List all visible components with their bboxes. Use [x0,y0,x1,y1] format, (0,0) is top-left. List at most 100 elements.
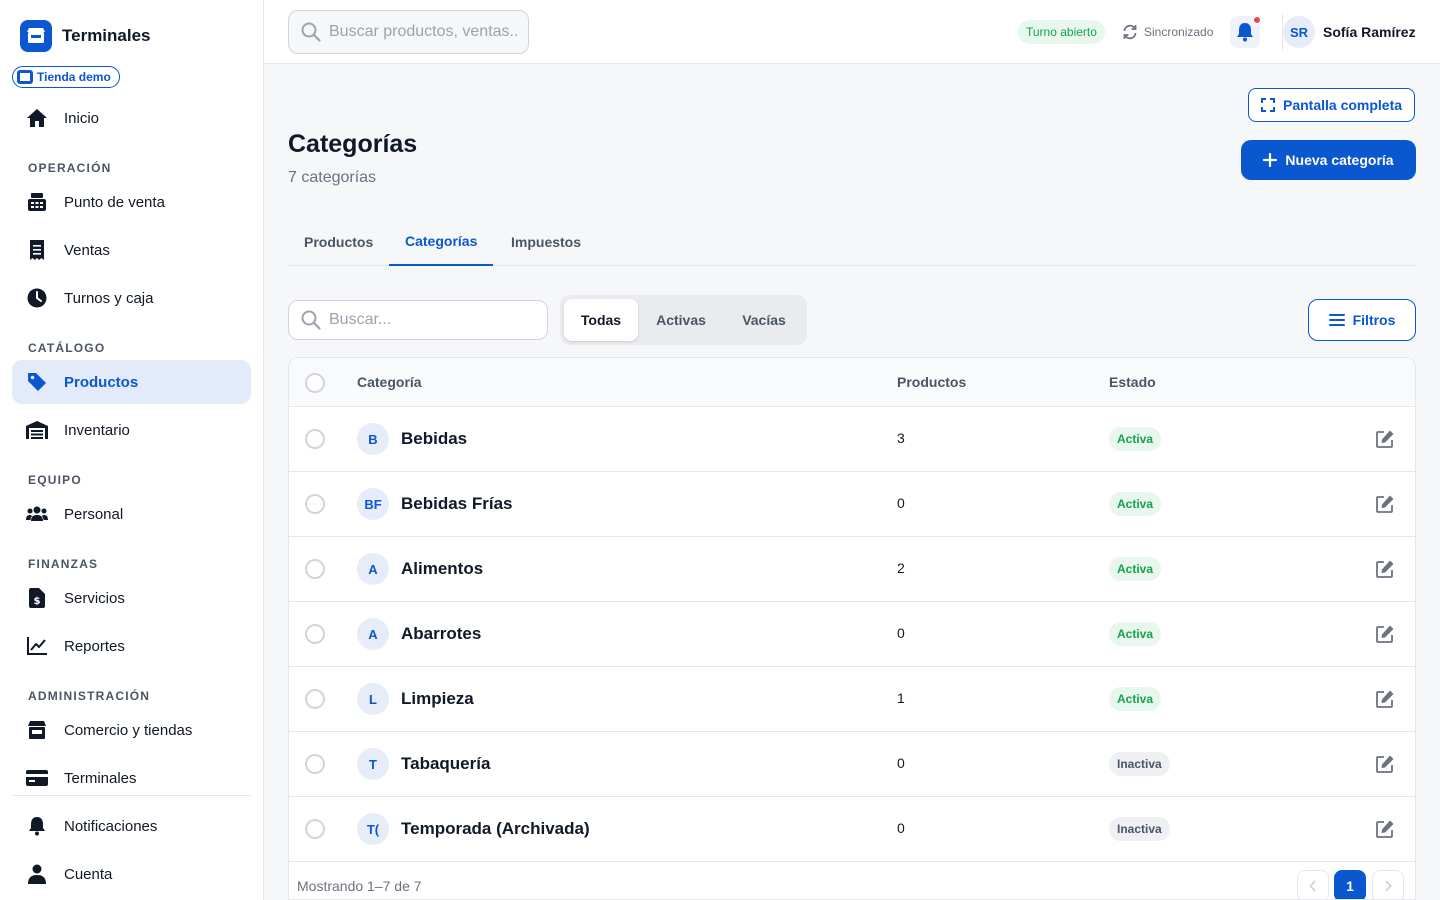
edit-icon[interactable] [1375,429,1395,449]
filters-label: Filtros [1352,312,1396,328]
bell-icon [26,815,48,837]
sidebar-item-inventario[interactable]: Inventario [12,408,251,452]
expand-icon [1261,98,1275,112]
tab-impuestos[interactable]: Impuestos [495,218,597,266]
sidebar-item-label: Reportes [64,637,125,655]
column-header-status[interactable]: Estado [1109,374,1156,390]
segment-vacias[interactable]: Vacías [724,299,804,341]
notification-dot [1253,16,1261,24]
row-checkbox[interactable] [305,494,325,514]
table-row[interactable]: A Alimentos 2 Activa [289,537,1415,602]
store-selector[interactable]: Tienda demo [12,66,120,88]
sidebar-item-label: Servicios [64,589,125,607]
row-checkbox[interactable] [305,754,325,774]
table-row[interactable]: T Tabaquería 0 Inactiva [289,732,1415,797]
global-search-input[interactable] [329,23,519,41]
sidebar-item-terminales[interactable]: Terminales [12,756,251,800]
edit-icon[interactable] [1375,494,1395,514]
sync-status[interactable]: Sincronizado [1122,20,1213,44]
shift-status-badge: Turno abierto [1018,20,1105,44]
product-count: 0 [897,820,905,836]
edit-icon[interactable] [1375,689,1395,709]
column-header-products[interactable]: Productos [897,374,966,390]
segment-todas[interactable]: Todas [564,299,638,341]
sidebar-item-cuenta[interactable]: Cuenta [12,852,251,896]
edit-icon[interactable] [1375,754,1395,774]
category-name: Bebidas [401,429,468,448]
nav-section-catalogo: CATÁLOGO [28,341,106,355]
clock-icon [26,287,48,309]
table-row[interactable]: BF Bebidas Frías 0 Activa [289,472,1415,537]
category-avatar: T [357,748,389,780]
next-page-button[interactable] [1372,870,1404,899]
table-row[interactable]: T( Temporada (Archivada) 0 Inactiva [289,797,1415,862]
sidebar-item-notificaciones[interactable]: Notificaciones [12,804,251,848]
edit-icon[interactable] [1375,819,1395,839]
shop-icon [26,719,48,741]
edit-icon[interactable] [1375,624,1395,644]
select-all-checkbox[interactable] [305,373,325,393]
avatar: SR [1283,16,1315,48]
tab-productos[interactable]: Productos [288,218,389,266]
sidebar-item-inicio[interactable]: Inicio [12,96,251,140]
row-checkbox[interactable] [305,819,325,839]
status-badge: Inactiva [1109,752,1170,776]
tab-categorias[interactable]: Categorías [389,218,494,266]
category-name: Bebidas Frías [401,494,513,513]
sync-icon [1123,24,1137,40]
previous-page-button[interactable] [1297,870,1329,899]
pagination-summary: Mostrando 1–7 de 7 [297,878,422,894]
bell-icon [1237,23,1253,42]
brand[interactable]: Terminales [20,20,151,52]
product-count: 0 [897,495,905,511]
chevron-left-icon [1309,880,1316,892]
sidebar-item-punto-de-venta[interactable]: Punto de venta [12,180,251,224]
sidebar-item-productos[interactable]: Productos [12,360,251,404]
global-search[interactable] [288,10,529,54]
table-row[interactable]: L Limpieza 1 Activa [289,667,1415,732]
sidebar-item-personal[interactable]: Personal [12,492,251,536]
column-header-category[interactable]: Categoría [357,374,422,390]
category-avatar: A [357,618,389,650]
nav-section-operacion: OPERACIÓN [28,161,112,175]
line-chart-icon [26,635,48,657]
page-button-current[interactable]: 1 [1334,870,1366,899]
product-count: 1 [897,690,905,706]
store-icon [17,70,33,84]
table-row[interactable]: B Bebidas 3 Activa [289,407,1415,472]
sidebar-item-servicios[interactable]: $ Servicios [12,576,251,620]
search-icon [301,310,321,330]
row-checkbox[interactable] [305,429,325,449]
category-name: Limpieza [401,689,474,708]
edit-icon[interactable] [1375,559,1395,579]
nav-section-finanzas: FINANZAS [28,557,99,571]
row-checkbox[interactable] [305,624,325,644]
table-row[interactable]: A Abarrotes 0 Activa [289,602,1415,667]
credit-card-icon [26,767,48,789]
status-badge: Activa [1109,622,1162,646]
sidebar-item-label: Inventario [64,421,130,439]
notifications-button[interactable] [1230,16,1261,48]
search-icon [301,22,321,42]
category-search-input[interactable] [329,311,529,329]
fullscreen-button[interactable]: Pantalla completa [1248,88,1416,122]
sidebar-item-ventas[interactable]: Ventas [12,228,251,272]
segment-activas[interactable]: Activas [642,299,720,341]
sidebar-item-turnos[interactable]: Turnos y caja [12,276,251,320]
categories-table: Categoría Productos Estado B Bebidas 3 A… [288,357,1416,900]
store-name: Tienda demo [37,70,111,84]
user-menu[interactable]: SR Sofía Ramírez [1282,16,1416,48]
sidebar-item-reportes[interactable]: Reportes [12,624,251,668]
sidebar-item-label: Inicio [64,109,100,127]
sidebar-divider [12,795,251,796]
sidebar-item-comercio[interactable]: Comercio y tiendas [12,708,251,752]
receipt-icon [26,239,48,261]
nav-section-equipo: EQUIPO [28,473,82,487]
product-count: 2 [897,560,905,576]
row-checkbox[interactable] [305,559,325,579]
user-icon [26,863,48,885]
new-category-button[interactable]: Nueva categoría [1241,140,1416,180]
category-search[interactable] [288,300,548,340]
row-checkbox[interactable] [305,689,325,709]
filters-button[interactable]: Filtros [1308,299,1416,341]
